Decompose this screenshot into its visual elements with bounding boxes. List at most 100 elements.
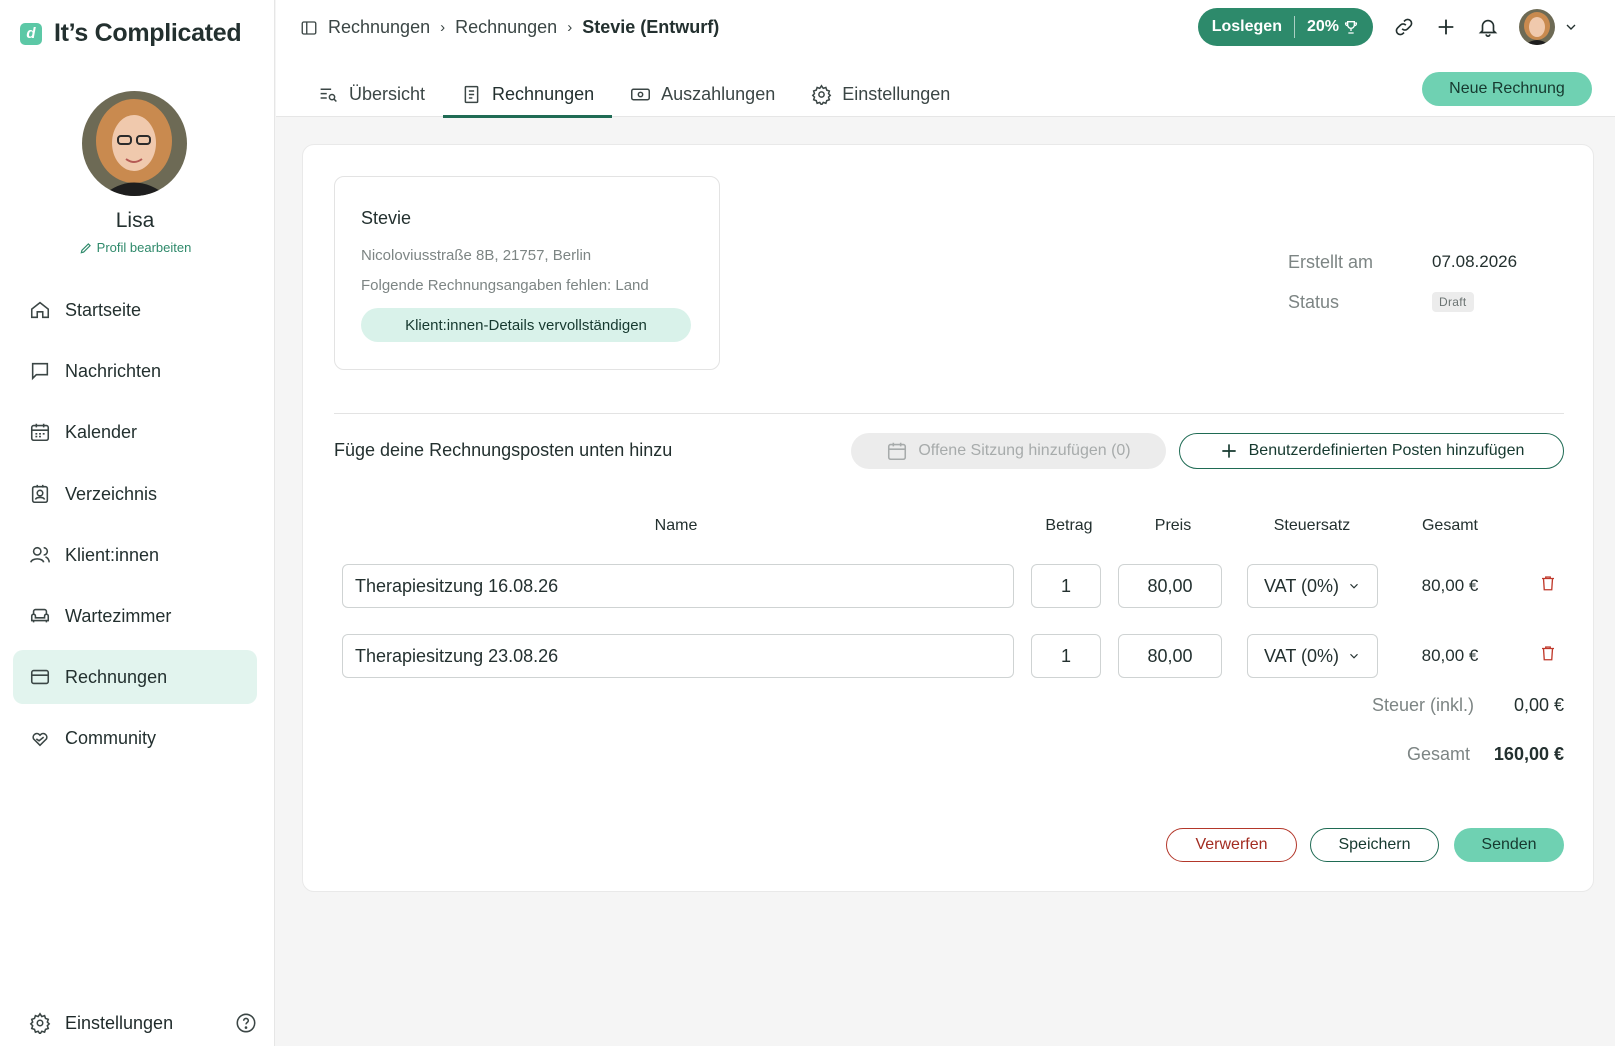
app-logo[interactable]: d It’s Complicated [20,19,242,48]
breadcrumb-current: Stevie (Entwurf) [582,17,720,37]
plus-icon[interactable] [1435,16,1457,38]
tab-label: Rechnungen [492,83,595,104]
heart-hand-icon [32,732,48,747]
send-button[interactable]: Senden [1454,828,1564,862]
client-address: Nicoloviusstraße 8B, 21757, Berlin [361,247,592,264]
directory-icon [31,484,49,504]
column-header-tax: Steuersatz [1273,517,1351,534]
user-menu[interactable] [1519,9,1579,45]
plus-icon [1221,444,1236,458]
list-search-icon [320,88,337,102]
complete-client-details-button[interactable]: Klient:innen-Details vervollständigen [361,308,691,342]
help-icon[interactable] [235,1012,257,1034]
onboarding-label: Loslegen [1211,18,1282,35]
divider [1293,16,1295,38]
add-custom-item-label: Benutzerdefinierten Posten hinzufügen [1248,442,1525,459]
save-button[interactable]: Speichern [1310,828,1439,862]
sidebar-item-label: Nachrichten [65,360,162,381]
grand-total-label: Gesamt [1407,744,1471,764]
status-label: Status [1288,291,1340,312]
tab-label: Übersicht [349,83,426,104]
tax-summary-value: 0,00 € [1513,695,1564,715]
user-avatar [1519,9,1555,45]
sidebar-item-nachrichten[interactable]: Nachrichten [13,344,257,398]
created-label: Erstellt am [1288,251,1374,272]
chevron-right-icon: › [567,19,573,36]
column-header-price: Preis [1154,517,1192,534]
breadcrumb-item[interactable]: Rechnungen [455,17,557,38]
item-amount-input[interactable]: 1 [1031,634,1101,678]
meta-status: Status Draft [1288,282,1517,322]
gear-icon [29,1012,51,1034]
sidebar-item-label: Rechnungen [65,666,168,687]
sidebar-item-wartezimmer[interactable]: Wartezimmer [13,589,257,643]
sidebar-item-community[interactable]: Community [13,711,257,765]
tab-rechnungen[interactable]: Rechnungen [443,71,613,118]
item-name-input[interactable]: Therapiesitzung 16.08.26 [342,564,1014,608]
meta-created: Erstellt am 07.08.2026 [1288,242,1517,282]
calendar-icon [888,442,907,461]
column-header-total: Gesamt [1421,517,1478,534]
card-icon [30,669,50,685]
profile-avatar[interactable] [82,91,187,196]
link-icon[interactable] [1393,16,1415,38]
status-badge: Draft [1432,292,1474,312]
money-icon [631,88,651,100]
sidebar-item-rechnungen[interactable]: Rechnungen [13,650,257,704]
sidebar-item-label: Verzeichnis [65,483,158,504]
profile-name: Lisa [115,209,155,232]
item-price-input[interactable]: 80,00 [1118,564,1222,608]
grand-total-value: 160,00 € [1493,744,1564,764]
item-tax-select[interactable]: VAT (0%) [1247,634,1378,678]
trophy-icon [1344,21,1358,34]
sidebar-item-label: Community [65,727,157,748]
sidebar-item-verzeichnis[interactable]: Verzeichnis [13,467,257,521]
sidebar-item-einstellungen[interactable]: Einstellungen [13,1003,257,1043]
trash-icon[interactable] [1539,573,1557,593]
item-amount-input[interactable]: 1 [1031,564,1101,608]
invoice-editor: Stevie Nicoloviusstraße 8B, 21757, Berli… [302,144,1594,892]
sidebar-item-kalender[interactable]: Kalender [13,405,257,459]
breadcrumb-item[interactable]: Rechnungen [328,17,430,38]
column-header-amount: Betrag [1045,517,1093,534]
discard-button[interactable]: Verwerfen [1166,828,1297,862]
bell-icon[interactable] [1477,16,1499,38]
tab-bar: Übersicht Rechnungen Auszahlungen Einste… [300,71,970,118]
add-open-session-button[interactable]: Offene Sitzung hinzufügen (0) [851,433,1166,469]
sidebar-item-startseite[interactable]: Startseite [13,283,257,337]
top-header: Rechnungen › Rechnungen › Stevie (Entwur… [276,0,1615,118]
sidebar: d It’s Complicated Lisa Profil bearbeite… [0,0,275,1046]
client-card: Stevie Nicoloviusstraße 8B, 21757, Berli… [334,176,720,370]
onboarding-progress-button[interactable]: Loslegen 20% [1197,8,1373,46]
calendar-icon [30,423,50,442]
item-tax-value: VAT (0%) [1264,645,1340,666]
sidebar-item-label: Wartezimmer [65,605,172,626]
tab-uebersicht[interactable]: Übersicht [300,71,443,117]
trash-icon[interactable] [1539,643,1557,663]
tax-summary-label: Steuer (inkl.) [1372,695,1475,715]
edit-profile-link[interactable]: Profil bearbeiten [0,240,270,255]
item-name-input[interactable]: Therapiesitzung 23.08.26 [342,634,1014,678]
gear-icon [811,83,832,105]
tab-auszahlungen[interactable]: Auszahlungen [612,71,793,117]
item-total: 80,00 € [1421,576,1479,595]
item-tax-select[interactable]: VAT (0%) [1247,564,1378,608]
item-price-input[interactable]: 80,00 [1118,634,1222,678]
tab-label: Einstellungen [842,83,951,104]
document-icon [464,85,479,103]
tab-einstellungen[interactable]: Einstellungen [793,71,968,117]
invoice-meta: Erstellt am 07.08.2026 Status Draft [1288,242,1517,322]
add-custom-item-button[interactable]: Benutzerdefinierten Posten hinzufügen [1179,433,1564,469]
client-name: Stevie [361,208,412,228]
chevron-right-icon: › [440,19,446,36]
sidebar-item-klientinnen[interactable]: Klient:innen [13,528,257,582]
sidebar-toggle-icon[interactable] [300,19,318,37]
onboarding-percent-value: 20% [1306,18,1339,35]
app-title: It’s Complicated [54,19,242,47]
sidebar-item-label: Klient:innen [65,544,160,565]
sidebar-item-label: Einstellungen [65,1012,174,1033]
chevron-down-icon [1350,583,1358,589]
new-invoice-button[interactable]: Neue Rechnung [1422,72,1592,106]
items-hint: Füge deine Rechnungsposten unten hinzu [334,440,673,460]
item-total: 80,00 € [1421,646,1479,665]
